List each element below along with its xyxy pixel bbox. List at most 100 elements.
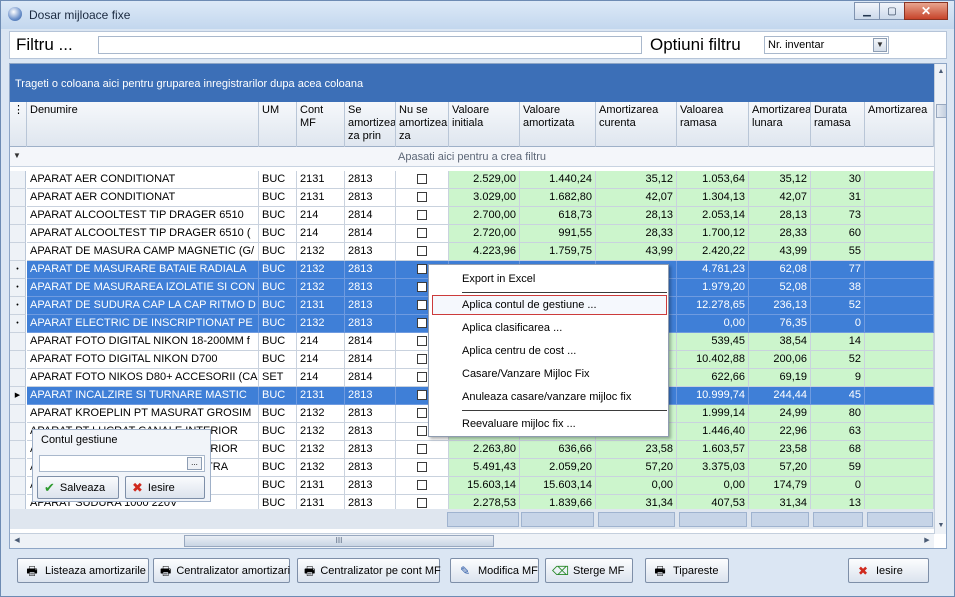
checkbox[interactable] xyxy=(417,282,427,292)
row-indicator[interactable]: • xyxy=(10,261,26,279)
cell-nu-se-amortizeaza[interactable] xyxy=(396,243,449,261)
col-valoare-amortizata[interactable]: Valoare amortizata xyxy=(520,102,596,147)
checkbox[interactable] xyxy=(417,228,427,238)
col-durata-ramasa[interactable]: Durata ramasa xyxy=(811,102,865,147)
checkbox[interactable] xyxy=(417,372,427,382)
checkbox[interactable] xyxy=(417,210,427,220)
checkbox[interactable] xyxy=(417,462,427,472)
checkbox[interactable] xyxy=(417,300,427,310)
scroll-left-icon[interactable]: ◀ xyxy=(10,534,24,548)
row-indicator[interactable]: • xyxy=(10,297,26,315)
col-valoare-initiala[interactable]: Valoare initiala xyxy=(449,102,520,147)
row-indicator[interactable] xyxy=(10,243,26,261)
print-button[interactable]: 🖶 Tipareste xyxy=(645,558,729,583)
group-by-panel[interactable]: Trageti o coloana aici pentru gruparea i… xyxy=(10,64,934,102)
centralizer-button[interactable]: 🖶 Centralizator amortizari xyxy=(153,558,290,583)
col-amortizarea-curenta[interactable]: Amortizarea curenta xyxy=(596,102,677,147)
cell-durata-ramasa: 0 xyxy=(811,477,865,495)
table-row[interactable]: APARAT AER CONDITIONAT BUC 2131 2813 2.529,0… xyxy=(10,171,934,189)
col-um[interactable]: UM xyxy=(259,102,297,147)
save-button[interactable]: ✔ Salveaza xyxy=(37,476,119,499)
checkbox[interactable] xyxy=(417,174,427,184)
cell-nu-se-amortizeaza[interactable] xyxy=(396,459,449,477)
exit-button[interactable]: ✖ Iesire xyxy=(125,476,205,499)
row-indicator[interactable] xyxy=(10,189,26,207)
checkbox[interactable] xyxy=(417,336,427,346)
menu-item-reevaluare[interactable]: Reevaluare mijloc fix ... xyxy=(462,418,576,430)
row-indicator[interactable] xyxy=(10,477,26,495)
table-row[interactable]: APARAT ALCOOLTEST TIP DRAGER 6510 (BUC 21… xyxy=(10,225,934,243)
col-valoarea-ramasa[interactable]: Valoarea ramasa xyxy=(677,102,749,147)
checkbox[interactable] xyxy=(417,192,427,202)
checkbox[interactable] xyxy=(417,426,427,436)
menu-item-casare-vanzare[interactable]: Casare/Vanzare Mijloc Fix xyxy=(462,368,590,380)
menu-item-aplica-centru-cost[interactable]: Aplica centru de cost ... xyxy=(462,345,576,357)
row-indicator[interactable] xyxy=(10,171,26,189)
col-cont-mf[interactable]: Cont MF xyxy=(297,102,345,147)
cell-nu-se-amortizeaza[interactable] xyxy=(396,189,449,207)
row-indicator[interactable] xyxy=(10,207,26,225)
horizontal-scrollbar[interactable]: ◀ III ▶ xyxy=(10,533,934,548)
maximize-button[interactable]: ▢ xyxy=(879,2,905,20)
delete-button[interactable]: ⌫ Sterge MF xyxy=(545,558,633,583)
cell-nu-se-amortizeaza[interactable] xyxy=(396,477,449,495)
row-indicator[interactable]: • xyxy=(10,279,26,297)
modify-button[interactable]: ✎ Modifica MF xyxy=(450,558,539,583)
checkbox[interactable] xyxy=(417,498,427,508)
checkbox[interactable] xyxy=(417,444,427,454)
cell-nu-se-amortizeaza[interactable] xyxy=(396,207,449,225)
menu-item-anuleaza-casare[interactable]: Anuleaza casare/vanzare mijloc fix xyxy=(462,391,631,403)
row-indicator[interactable] xyxy=(10,423,26,441)
scroll-thumb[interactable]: III xyxy=(184,535,494,547)
row-indicator[interactable] xyxy=(10,405,26,423)
filter-input[interactable] xyxy=(98,36,642,54)
row-indicator[interactable]: ▶ xyxy=(10,387,26,405)
row-indicator[interactable] xyxy=(10,351,26,369)
cell-nu-se-amortizeaza[interactable] xyxy=(396,171,449,189)
col-denumire[interactable]: Denumire xyxy=(27,102,259,147)
list-amortization-button[interactable]: 🖶 Listeaza amortizarile xyxy=(17,558,149,583)
table-row[interactable]: APARAT ALCOOLTEST TIP DRAGER 6510 BUC 214 2… xyxy=(10,207,934,225)
row-indicator[interactable]: • xyxy=(10,315,26,333)
col-se-amortizeaza[interactable]: Se amortizea za prin ... xyxy=(345,102,396,147)
col-nu-se-amortizeaza[interactable]: Nu se amortizea za xyxy=(396,102,449,147)
checkbox[interactable] xyxy=(417,408,427,418)
exit-main-button[interactable]: ✖ Iesire xyxy=(848,558,929,583)
checkbox[interactable] xyxy=(417,318,427,328)
scroll-thumb[interactable] xyxy=(936,104,946,118)
scroll-right-icon[interactable]: ▶ xyxy=(920,534,934,548)
cell-amortizarea xyxy=(865,279,934,297)
cell-nu-se-amortizeaza[interactable] xyxy=(396,441,449,459)
scroll-up-icon[interactable]: ▲ xyxy=(935,65,946,79)
centralizer-cont-button[interactable]: 🖶 Centralizator pe cont MF xyxy=(297,558,441,583)
column-chooser-icon[interactable]: ⋮ xyxy=(10,102,27,147)
checkbox[interactable] xyxy=(417,354,427,364)
close-button[interactable]: ✕ xyxy=(904,2,948,20)
menu-item-export-excel[interactable]: Export in Excel xyxy=(462,273,535,285)
col-amortizarea[interactable]: Amortizarea xyxy=(865,102,934,147)
menu-item-aplica-cont-gestiune[interactable]: Aplica contul de gestiune ... xyxy=(462,299,597,311)
checkbox[interactable] xyxy=(417,480,427,490)
col-amortizarea-lunara[interactable]: Amortizarea lunara xyxy=(749,102,811,147)
checkbox[interactable] xyxy=(417,246,427,256)
table-row[interactable]: APARAT DE MASURA CAMP MAGNETIC (G/BUC 213… xyxy=(10,243,934,261)
cont-gestiune-input[interactable]: ... xyxy=(39,455,205,472)
checkbox[interactable] xyxy=(417,264,427,274)
row-indicator[interactable] xyxy=(10,459,26,477)
filter-row[interactable]: ▼ Apasati aici pentru a crea filtru xyxy=(10,147,934,167)
minimize-button[interactable]: ▁ xyxy=(854,2,880,20)
table-row[interactable]: APARAT AER CONDITIONAT BUC 2131 2813 3.029,0… xyxy=(10,189,934,207)
row-indicator[interactable] xyxy=(10,333,26,351)
chevron-down-icon[interactable]: ▼ xyxy=(873,38,887,52)
menu-item-aplica-clasificarea[interactable]: Aplica clasificarea ... xyxy=(462,322,562,334)
vertical-scrollbar[interactable]: ▲ ▼ xyxy=(934,64,946,534)
filter-options-select[interactable]: Nr. inventar ▼ xyxy=(764,36,889,54)
row-indicator[interactable] xyxy=(10,369,26,387)
cell-se-amortizeaza: 2813 xyxy=(345,171,396,189)
scroll-down-icon[interactable]: ▼ xyxy=(935,519,946,533)
cell-nu-se-amortizeaza[interactable] xyxy=(396,225,449,243)
checkbox[interactable] xyxy=(417,390,427,400)
row-indicator[interactable] xyxy=(10,225,26,243)
browse-button[interactable]: ... xyxy=(187,457,202,470)
row-indicator[interactable] xyxy=(10,441,26,459)
